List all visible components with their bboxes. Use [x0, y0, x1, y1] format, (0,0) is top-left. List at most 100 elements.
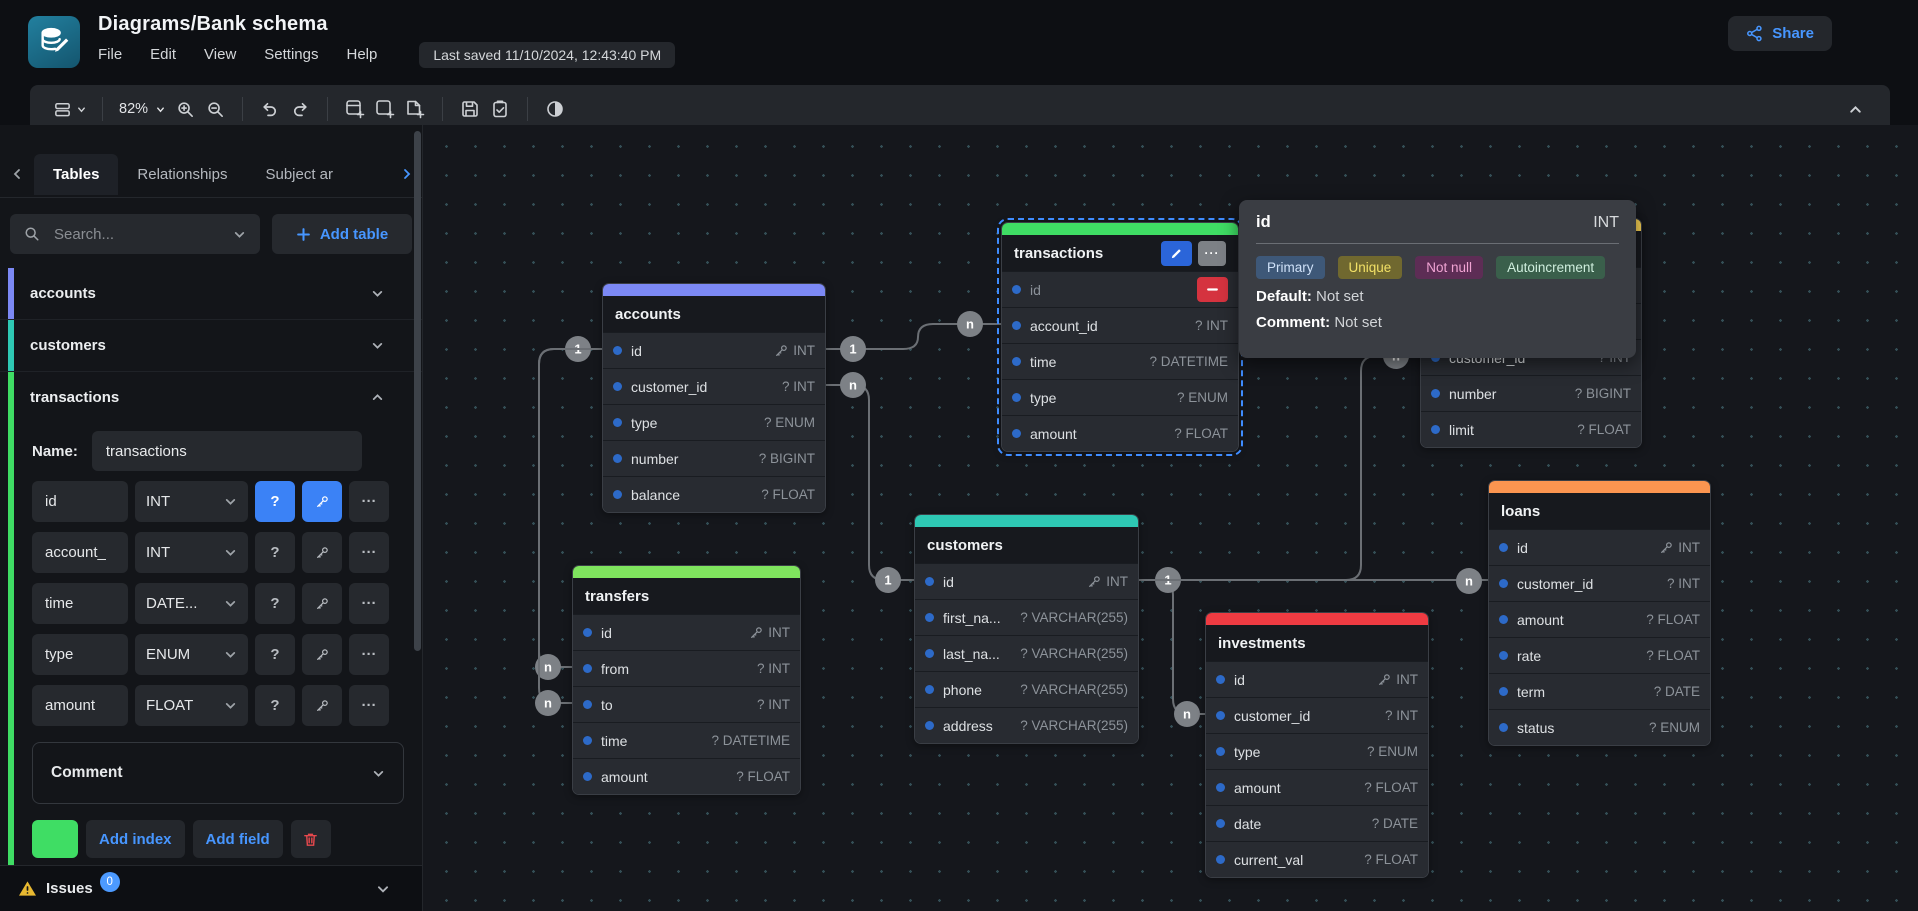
- nullable-toggle-button[interactable]: ?: [255, 634, 295, 675]
- add-note-tool-button[interactable]: [400, 93, 430, 125]
- table-field-row[interactable]: balance? FLOAT: [603, 476, 825, 512]
- relationship-wire[interactable]: [826, 385, 914, 580]
- tab-tables[interactable]: Tables: [34, 154, 118, 195]
- field-type-select[interactable]: ENUM: [135, 634, 248, 675]
- table-field-row[interactable]: number? BIGINT: [603, 440, 825, 476]
- table-title-row[interactable]: transfers: [573, 578, 800, 614]
- table-field-row[interactable]: rate? FLOAT: [1489, 637, 1710, 673]
- menu-item-edit[interactable]: Edit: [150, 46, 176, 63]
- menu-item-view[interactable]: View: [204, 46, 236, 63]
- add-area-tool-button[interactable]: [370, 93, 400, 125]
- sidebar-item-transactions[interactable]: transactions: [14, 372, 422, 423]
- table-field-row[interactable]: customer_id? INT: [603, 368, 825, 404]
- delete-field-button[interactable]: [1197, 277, 1228, 302]
- table-field-row[interactable]: date? DATE: [1206, 805, 1428, 841]
- table-field-row[interactable]: phone? VARCHAR(255): [915, 671, 1138, 707]
- table-title-row[interactable]: transactions···: [1002, 235, 1238, 271]
- table-field-row[interactable]: term? DATE: [1489, 673, 1710, 709]
- table-field-row[interactable]: status? ENUM: [1489, 709, 1710, 745]
- diagram-table-transfers[interactable]: transfersidINTfrom? INTto? INTtime? DATE…: [572, 565, 801, 795]
- theme-contrast-button[interactable]: [540, 93, 570, 125]
- table-field-row[interactable]: current_val? FLOAT: [1206, 841, 1428, 877]
- field-more-button[interactable]: ···: [349, 634, 389, 675]
- table-field-row[interactable]: time? DATETIME: [1002, 343, 1238, 379]
- search-input[interactable]: [52, 225, 192, 244]
- field-name-input[interactable]: time: [32, 583, 128, 624]
- field-name-input[interactable]: type: [32, 634, 128, 675]
- zoom-out-button[interactable]: [200, 93, 230, 125]
- toolbar-collapse-button[interactable]: [1840, 93, 1870, 125]
- menu-item-help[interactable]: Help: [346, 46, 377, 63]
- field-more-button[interactable]: ···: [349, 685, 389, 726]
- table-more-button[interactable]: ···: [1198, 241, 1226, 266]
- table-field-row[interactable]: type? ENUM: [1206, 733, 1428, 769]
- collapse-icon[interactable]: [371, 391, 384, 404]
- table-field-row[interactable]: address? VARCHAR(255): [915, 707, 1138, 743]
- table-title-row[interactable]: loans: [1489, 493, 1710, 529]
- add-table-button[interactable]: Add table: [272, 214, 412, 254]
- table-field-row[interactable]: time? DATETIME: [573, 722, 800, 758]
- add-table-tool-button[interactable]: [340, 93, 370, 125]
- table-title-row[interactable]: accounts: [603, 296, 825, 332]
- sidebar-item-accounts[interactable]: accounts: [14, 268, 422, 319]
- table-field-row[interactable]: from? INT: [573, 650, 800, 686]
- table-field-row[interactable]: amount? FLOAT: [1206, 769, 1428, 805]
- table-name-input[interactable]: [92, 431, 362, 471]
- table-field-row[interactable]: customer_id? INT: [1206, 697, 1428, 733]
- primary-key-toggle-button[interactable]: [302, 481, 342, 522]
- diagram-table-investments[interactable]: investmentsidINTcustomer_id? INTtype? EN…: [1205, 612, 1429, 878]
- sidebar-item-customers[interactable]: customers: [14, 320, 422, 371]
- diagram-table-transactions[interactable]: transactions···idaccount_id? INTtime? DA…: [1001, 222, 1239, 452]
- diagram-table-accounts[interactable]: accountsidINTcustomer_id? INTtype? ENUMn…: [602, 283, 826, 513]
- nullable-toggle-button[interactable]: ?: [255, 481, 295, 522]
- table-title-row[interactable]: customers: [915, 527, 1138, 563]
- table-field-row[interactable]: idINT: [603, 332, 825, 368]
- table-title-row[interactable]: investments: [1206, 625, 1428, 661]
- tab-relationships[interactable]: Relationships: [118, 154, 246, 195]
- field-more-button[interactable]: ···: [349, 481, 389, 522]
- table-field-row[interactable]: idINT: [1489, 529, 1710, 565]
- table-search[interactable]: [10, 214, 260, 254]
- expand-icon[interactable]: [371, 287, 384, 300]
- redo-button[interactable]: [285, 93, 315, 125]
- table-field-row[interactable]: type? ENUM: [1002, 379, 1238, 415]
- table-color-swatch-button[interactable]: [32, 820, 78, 858]
- table-field-row[interactable]: idINT: [915, 563, 1138, 599]
- table-field-row[interactable]: customer_id? INT: [1489, 565, 1710, 601]
- tabs-scroll-left-icon[interactable]: [10, 167, 24, 181]
- table-field-row[interactable]: amount? FLOAT: [1002, 415, 1238, 451]
- table-field-row[interactable]: amount? FLOAT: [1489, 601, 1710, 637]
- nullable-toggle-button[interactable]: ?: [255, 583, 295, 624]
- field-type-select[interactable]: INT: [135, 532, 248, 573]
- delete-table-button[interactable]: [291, 820, 331, 858]
- share-button[interactable]: Share: [1728, 16, 1832, 51]
- issues-chevron-icon[interactable]: [376, 882, 390, 896]
- undo-button[interactable]: [255, 93, 285, 125]
- edit-table-button[interactable]: [1161, 241, 1192, 266]
- menu-item-file[interactable]: File: [98, 46, 122, 63]
- add-index-button[interactable]: Add index: [86, 820, 185, 858]
- field-name-input[interactable]: amount: [32, 685, 128, 726]
- table-field-row[interactable]: id: [1002, 271, 1238, 307]
- field-more-button[interactable]: ···: [349, 532, 389, 573]
- field-type-select[interactable]: FLOAT: [135, 685, 248, 726]
- table-field-row[interactable]: idINT: [1206, 661, 1428, 697]
- relationship-wire[interactable]: [1139, 580, 1205, 714]
- field-type-select[interactable]: INT: [135, 481, 248, 522]
- add-field-button[interactable]: Add field: [193, 820, 283, 858]
- table-field-row[interactable]: idINT: [573, 614, 800, 650]
- primary-key-toggle-button[interactable]: [302, 583, 342, 624]
- issues-bar[interactable]: Issues 0: [0, 865, 422, 911]
- table-field-row[interactable]: first_na...? VARCHAR(255): [915, 599, 1138, 635]
- field-name-input[interactable]: id: [32, 481, 128, 522]
- table-field-row[interactable]: account_id? INT: [1002, 307, 1238, 343]
- search-caret-icon[interactable]: [233, 228, 246, 241]
- nullable-toggle-button[interactable]: ?: [255, 685, 295, 726]
- save-button[interactable]: [455, 93, 485, 125]
- menu-item-settings[interactable]: Settings: [264, 46, 318, 63]
- layout-toggle-button[interactable]: [50, 93, 90, 125]
- primary-key-toggle-button[interactable]: [302, 532, 342, 573]
- table-field-row[interactable]: limit? FLOAT: [1421, 411, 1641, 447]
- field-type-select[interactable]: DATE...: [135, 583, 248, 624]
- zoom-level-select[interactable]: 82%: [115, 101, 170, 117]
